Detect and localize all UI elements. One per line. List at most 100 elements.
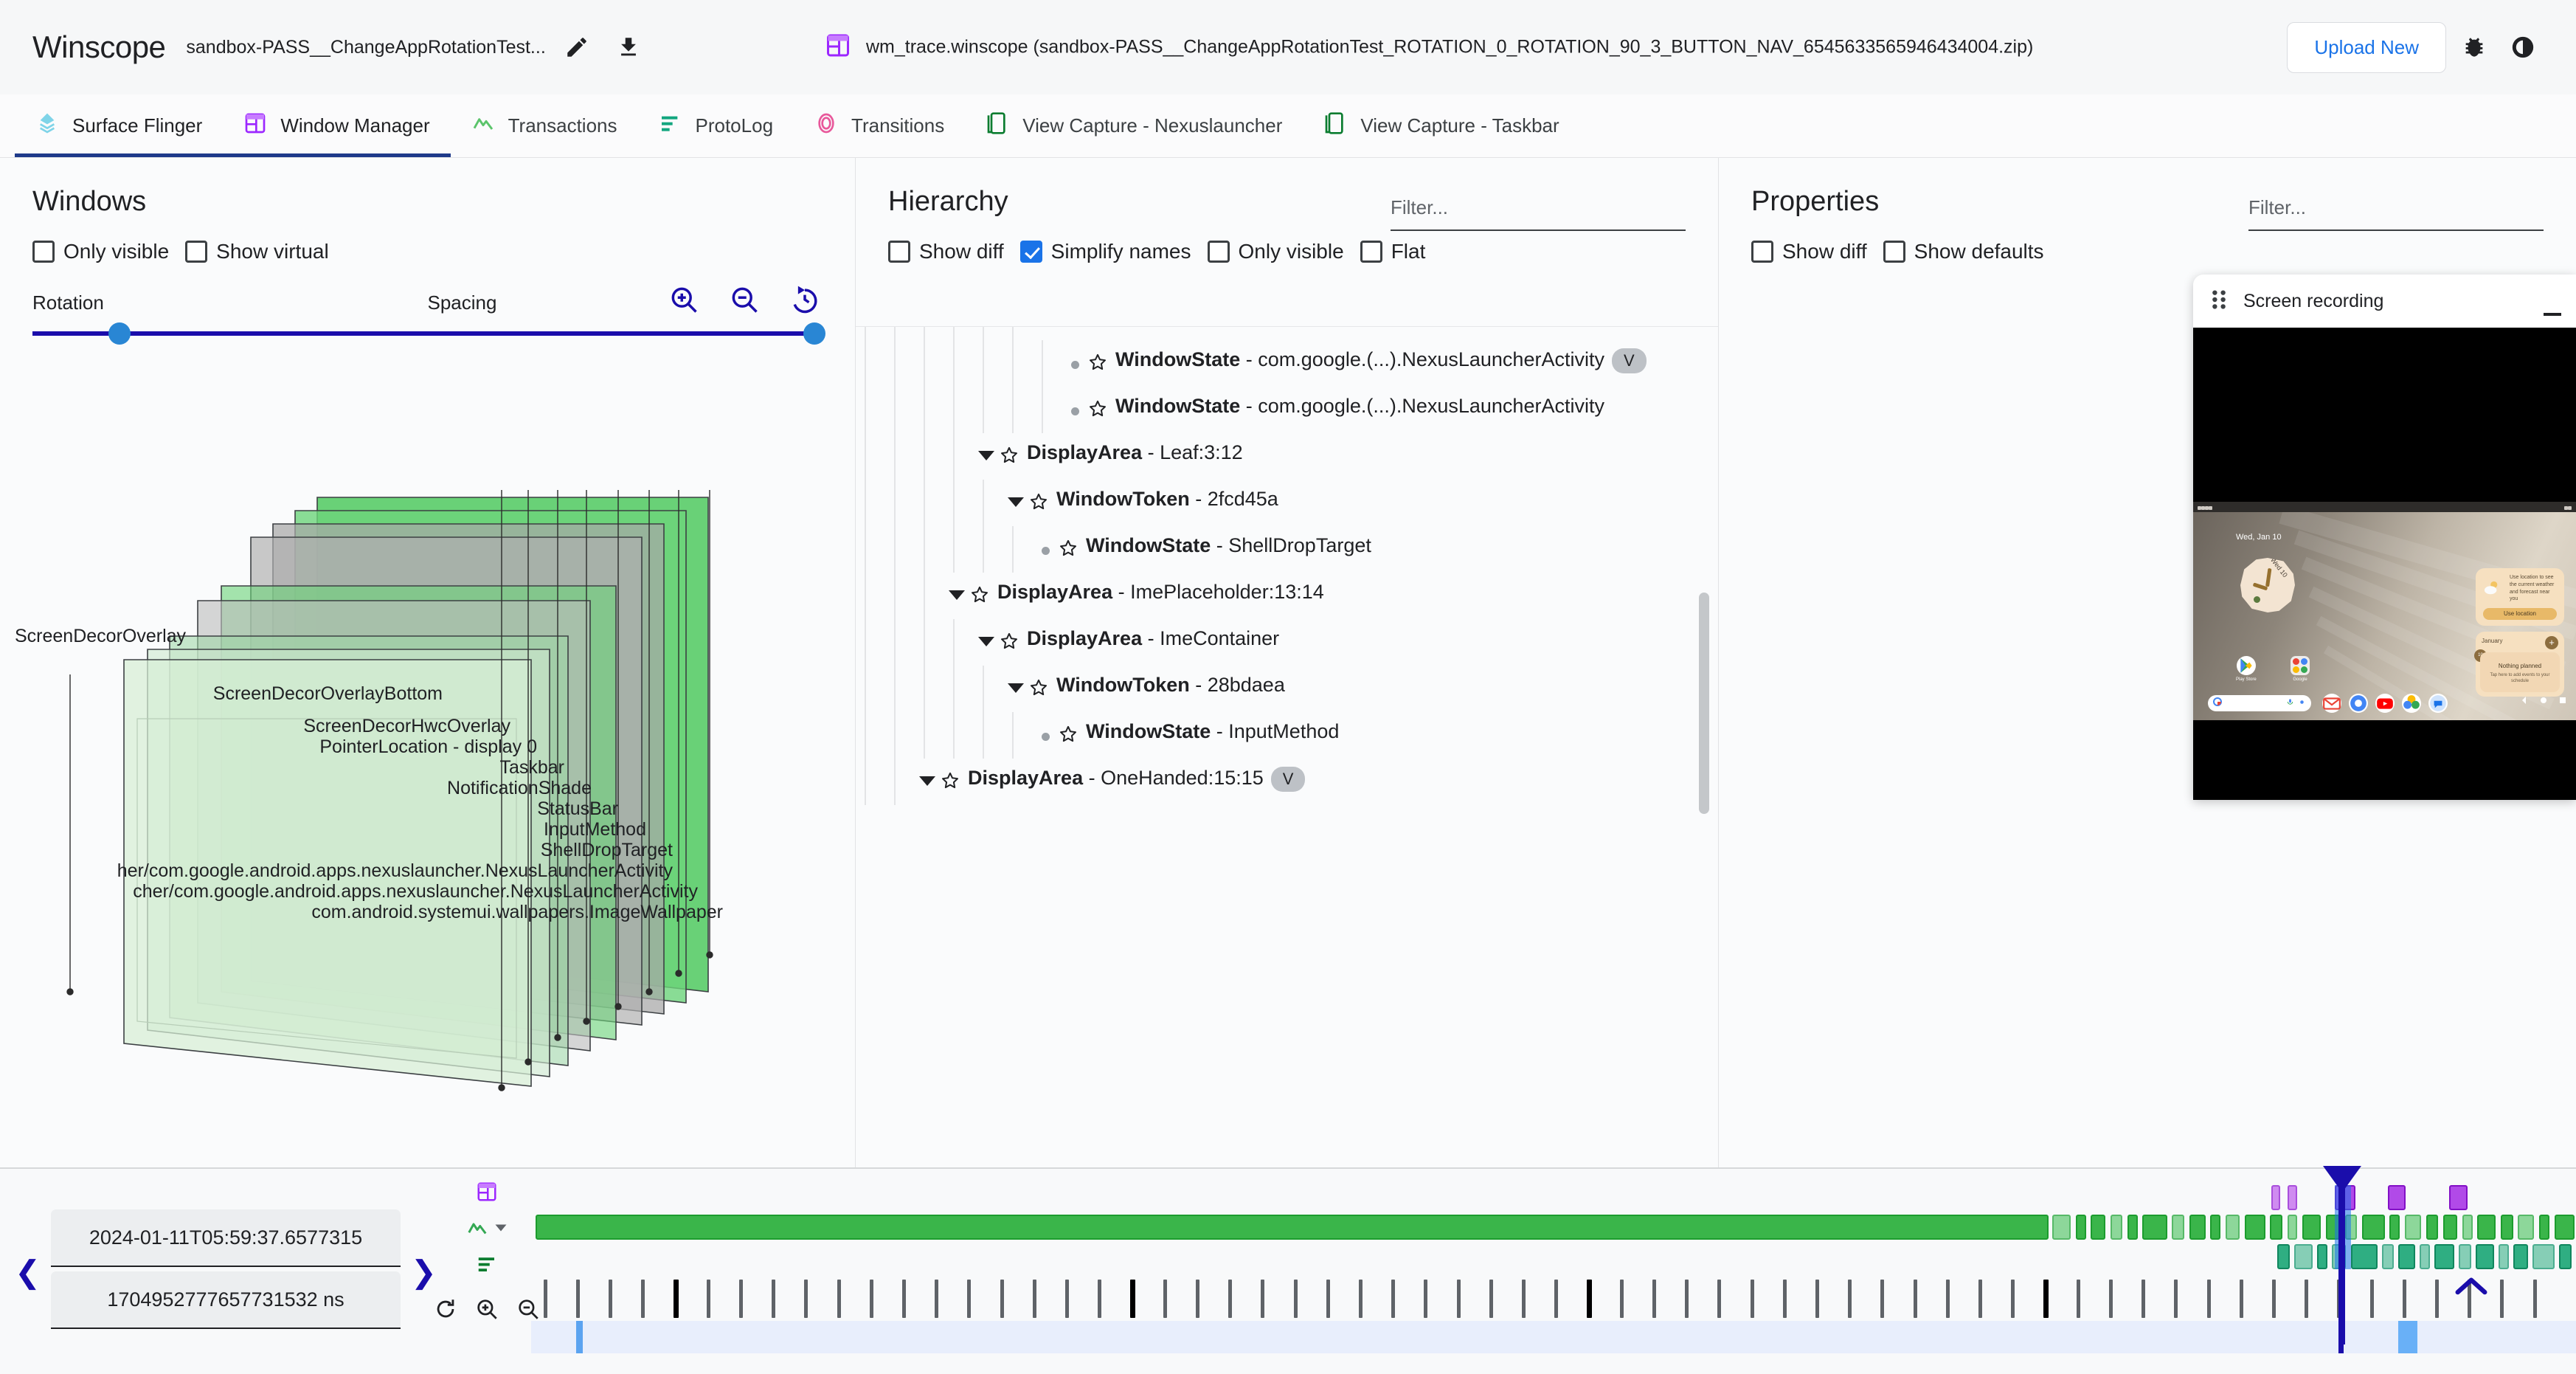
expand-collapse-caret-icon[interactable] xyxy=(915,762,940,786)
timeline-segment[interactable] xyxy=(2172,1215,2184,1240)
back-icon[interactable] xyxy=(2520,695,2529,708)
timeline-segment[interactable] xyxy=(2350,1244,2378,1269)
timeline-segment[interactable] xyxy=(2271,1185,2281,1210)
zoom-in-icon[interactable] xyxy=(666,282,702,317)
timeline-segment[interactable] xyxy=(2142,1215,2167,1240)
screen-recording-window[interactable]: Screen recording Wed, Jan 10 Wed 10 Use … xyxy=(2193,275,2576,800)
youtube-icon[interactable] xyxy=(2375,694,2395,713)
hierarchy-node[interactable]: DisplayArea - ImePlaceholder:13:14 xyxy=(856,573,1718,619)
tab-transactions[interactable]: Transactions xyxy=(451,94,638,157)
tab-protolog[interactable]: ProtoLog xyxy=(638,94,794,157)
timeline-segment[interactable] xyxy=(2075,1215,2086,1240)
chevron-up-icon[interactable] xyxy=(2455,1274,2487,1300)
timeline-segment[interactable] xyxy=(2091,1215,2105,1240)
timeline-track-purple[interactable] xyxy=(531,1185,2576,1210)
app-icon-play-store[interactable]: Play Store xyxy=(2236,656,2257,682)
hierarchy-tree-scroll[interactable]: Task - 2Task - 3Task - 4Task - 1Task - 7… xyxy=(856,326,1718,1151)
google-search-bar[interactable] xyxy=(2208,695,2311,711)
pin-star-icon[interactable] xyxy=(969,576,990,609)
messages-icon[interactable] xyxy=(2428,694,2448,713)
photos-icon[interactable] xyxy=(2402,694,2421,713)
timeline-segment[interactable] xyxy=(2532,1244,2555,1269)
minimap-selection[interactable] xyxy=(2397,1321,2417,1353)
timeline-segment[interactable] xyxy=(2052,1215,2071,1240)
drag-handle-icon[interactable] xyxy=(2209,289,2229,314)
hierarchy-node[interactable]: WindowState - InputMethod xyxy=(856,712,1718,759)
checkbox-show-defaults[interactable]: Show defaults xyxy=(1883,240,2044,263)
timeline-segment[interactable] xyxy=(2287,1215,2298,1240)
timeline-wm-row[interactable] xyxy=(476,1181,498,1206)
slider-knob[interactable] xyxy=(108,322,131,345)
gmail-icon[interactable] xyxy=(2322,694,2341,713)
timeline-segment[interactable] xyxy=(2500,1215,2513,1240)
timeline-transactions-row[interactable] xyxy=(466,1217,508,1243)
timeline-segment[interactable] xyxy=(2559,1244,2572,1269)
timeline-segment[interactable] xyxy=(2518,1215,2535,1240)
checkbox-show-diff[interactable]: Show diff xyxy=(1751,240,1867,263)
pin-star-icon[interactable] xyxy=(940,762,960,795)
timestamp-iso-input[interactable]: 2024-01-11T05:59:37.6577315 xyxy=(51,1209,401,1267)
home-icon[interactable] xyxy=(2539,695,2548,708)
timeline-segment[interactable] xyxy=(2127,1215,2138,1240)
expand-collapse-caret-icon[interactable] xyxy=(974,622,999,646)
timeline-scrubber[interactable] xyxy=(2338,1169,2346,1344)
expand-collapse-caret-icon[interactable] xyxy=(944,576,969,600)
timeline-segment[interactable] xyxy=(2189,1215,2206,1240)
checkbox-only-visible[interactable]: Only visible xyxy=(1207,240,1344,263)
chevron-left-icon[interactable]: ❮ xyxy=(9,1254,46,1290)
tab-view-capture-taskbar[interactable]: View Capture - Taskbar xyxy=(1303,94,1579,157)
zoom-in-icon[interactable] xyxy=(474,1297,499,1325)
hierarchy-node[interactable]: DisplayArea - OneHanded:15:15 V xyxy=(856,759,1718,805)
restore-history-icon[interactable] xyxy=(787,282,823,317)
upload-new-button[interactable]: Upload New xyxy=(2287,21,2446,73)
download-icon[interactable] xyxy=(608,27,649,68)
timeline-protolog-row[interactable] xyxy=(476,1253,498,1279)
timeline-segment[interactable] xyxy=(2434,1244,2455,1269)
timeline-segment[interactable] xyxy=(2389,1215,2400,1240)
tab-transitions[interactable]: Transitions xyxy=(794,94,965,157)
timeline-segment[interactable] xyxy=(2513,1244,2528,1269)
checkbox-simplify-names[interactable]: Simplify names xyxy=(1019,240,1191,263)
timeline-segment[interactable] xyxy=(2225,1215,2240,1240)
bug-icon[interactable] xyxy=(2454,27,2495,68)
chevron-down-icon[interactable] xyxy=(494,1221,508,1238)
pin-star-icon[interactable] xyxy=(1087,390,1108,423)
timeline-segment[interactable] xyxy=(2302,1215,2321,1240)
minimize-icon[interactable] xyxy=(2544,313,2561,316)
hierarchy-node[interactable]: DisplayArea - Leaf:3:12 xyxy=(856,433,1718,480)
pin-star-icon[interactable] xyxy=(1058,327,1078,330)
timeline-segment[interactable] xyxy=(2404,1215,2421,1240)
timeline-segment[interactable] xyxy=(2442,1215,2458,1240)
spacing-slider[interactable] xyxy=(427,322,826,345)
timeline-tracks[interactable] xyxy=(531,1169,2576,1374)
hierarchy-node[interactable]: WindowState - com.google.(...).NexusLaun… xyxy=(856,387,1718,433)
timeline-segment[interactable] xyxy=(2210,1215,2221,1240)
pin-star-icon[interactable] xyxy=(999,622,1019,655)
timeline-segment[interactable] xyxy=(2449,1185,2468,1210)
tab-window-manager[interactable]: Window Manager xyxy=(223,94,451,157)
pin-star-icon[interactable] xyxy=(1028,669,1049,702)
hierarchy-node[interactable]: WindowState - ShellDropTarget xyxy=(856,526,1718,573)
timeline-segment[interactable] xyxy=(2362,1215,2385,1240)
checkbox-show-diff[interactable]: Show diff xyxy=(888,240,1004,263)
timeline-track-windowmanager[interactable] xyxy=(531,1215,2576,1240)
hierarchy-scrollbar-thumb[interactable] xyxy=(1699,593,1709,814)
app-folder-google[interactable]: Google xyxy=(2291,656,2310,682)
checkbox-show-virtual[interactable]: Show virtual xyxy=(185,240,329,263)
chevron-right-icon[interactable]: ❯ xyxy=(405,1254,443,1290)
hierarchy-node[interactable]: WindowToken - 28bdaea xyxy=(856,666,1718,712)
timeline-segment[interactable] xyxy=(2426,1215,2439,1240)
chrome-icon[interactable] xyxy=(2349,694,2368,713)
hierarchy-node[interactable]: WindowToken - 2fcd45a xyxy=(856,480,1718,526)
timeline-segment[interactable] xyxy=(2294,1244,2313,1269)
timeline-segment[interactable] xyxy=(2459,1244,2472,1269)
timeline-segment[interactable] xyxy=(2539,1215,2549,1240)
pin-star-icon[interactable] xyxy=(1058,529,1078,562)
timeline-segment[interactable] xyxy=(2110,1215,2123,1240)
pin-star-icon[interactable] xyxy=(1028,483,1049,516)
pin-star-icon[interactable] xyxy=(1058,715,1078,748)
add-event-icon[interactable]: + xyxy=(2545,636,2558,649)
tab-surface-flinger[interactable]: Surface Flinger xyxy=(15,94,224,157)
timeline-segment[interactable] xyxy=(535,1215,2049,1240)
timeline-segment[interactable] xyxy=(2476,1244,2495,1269)
